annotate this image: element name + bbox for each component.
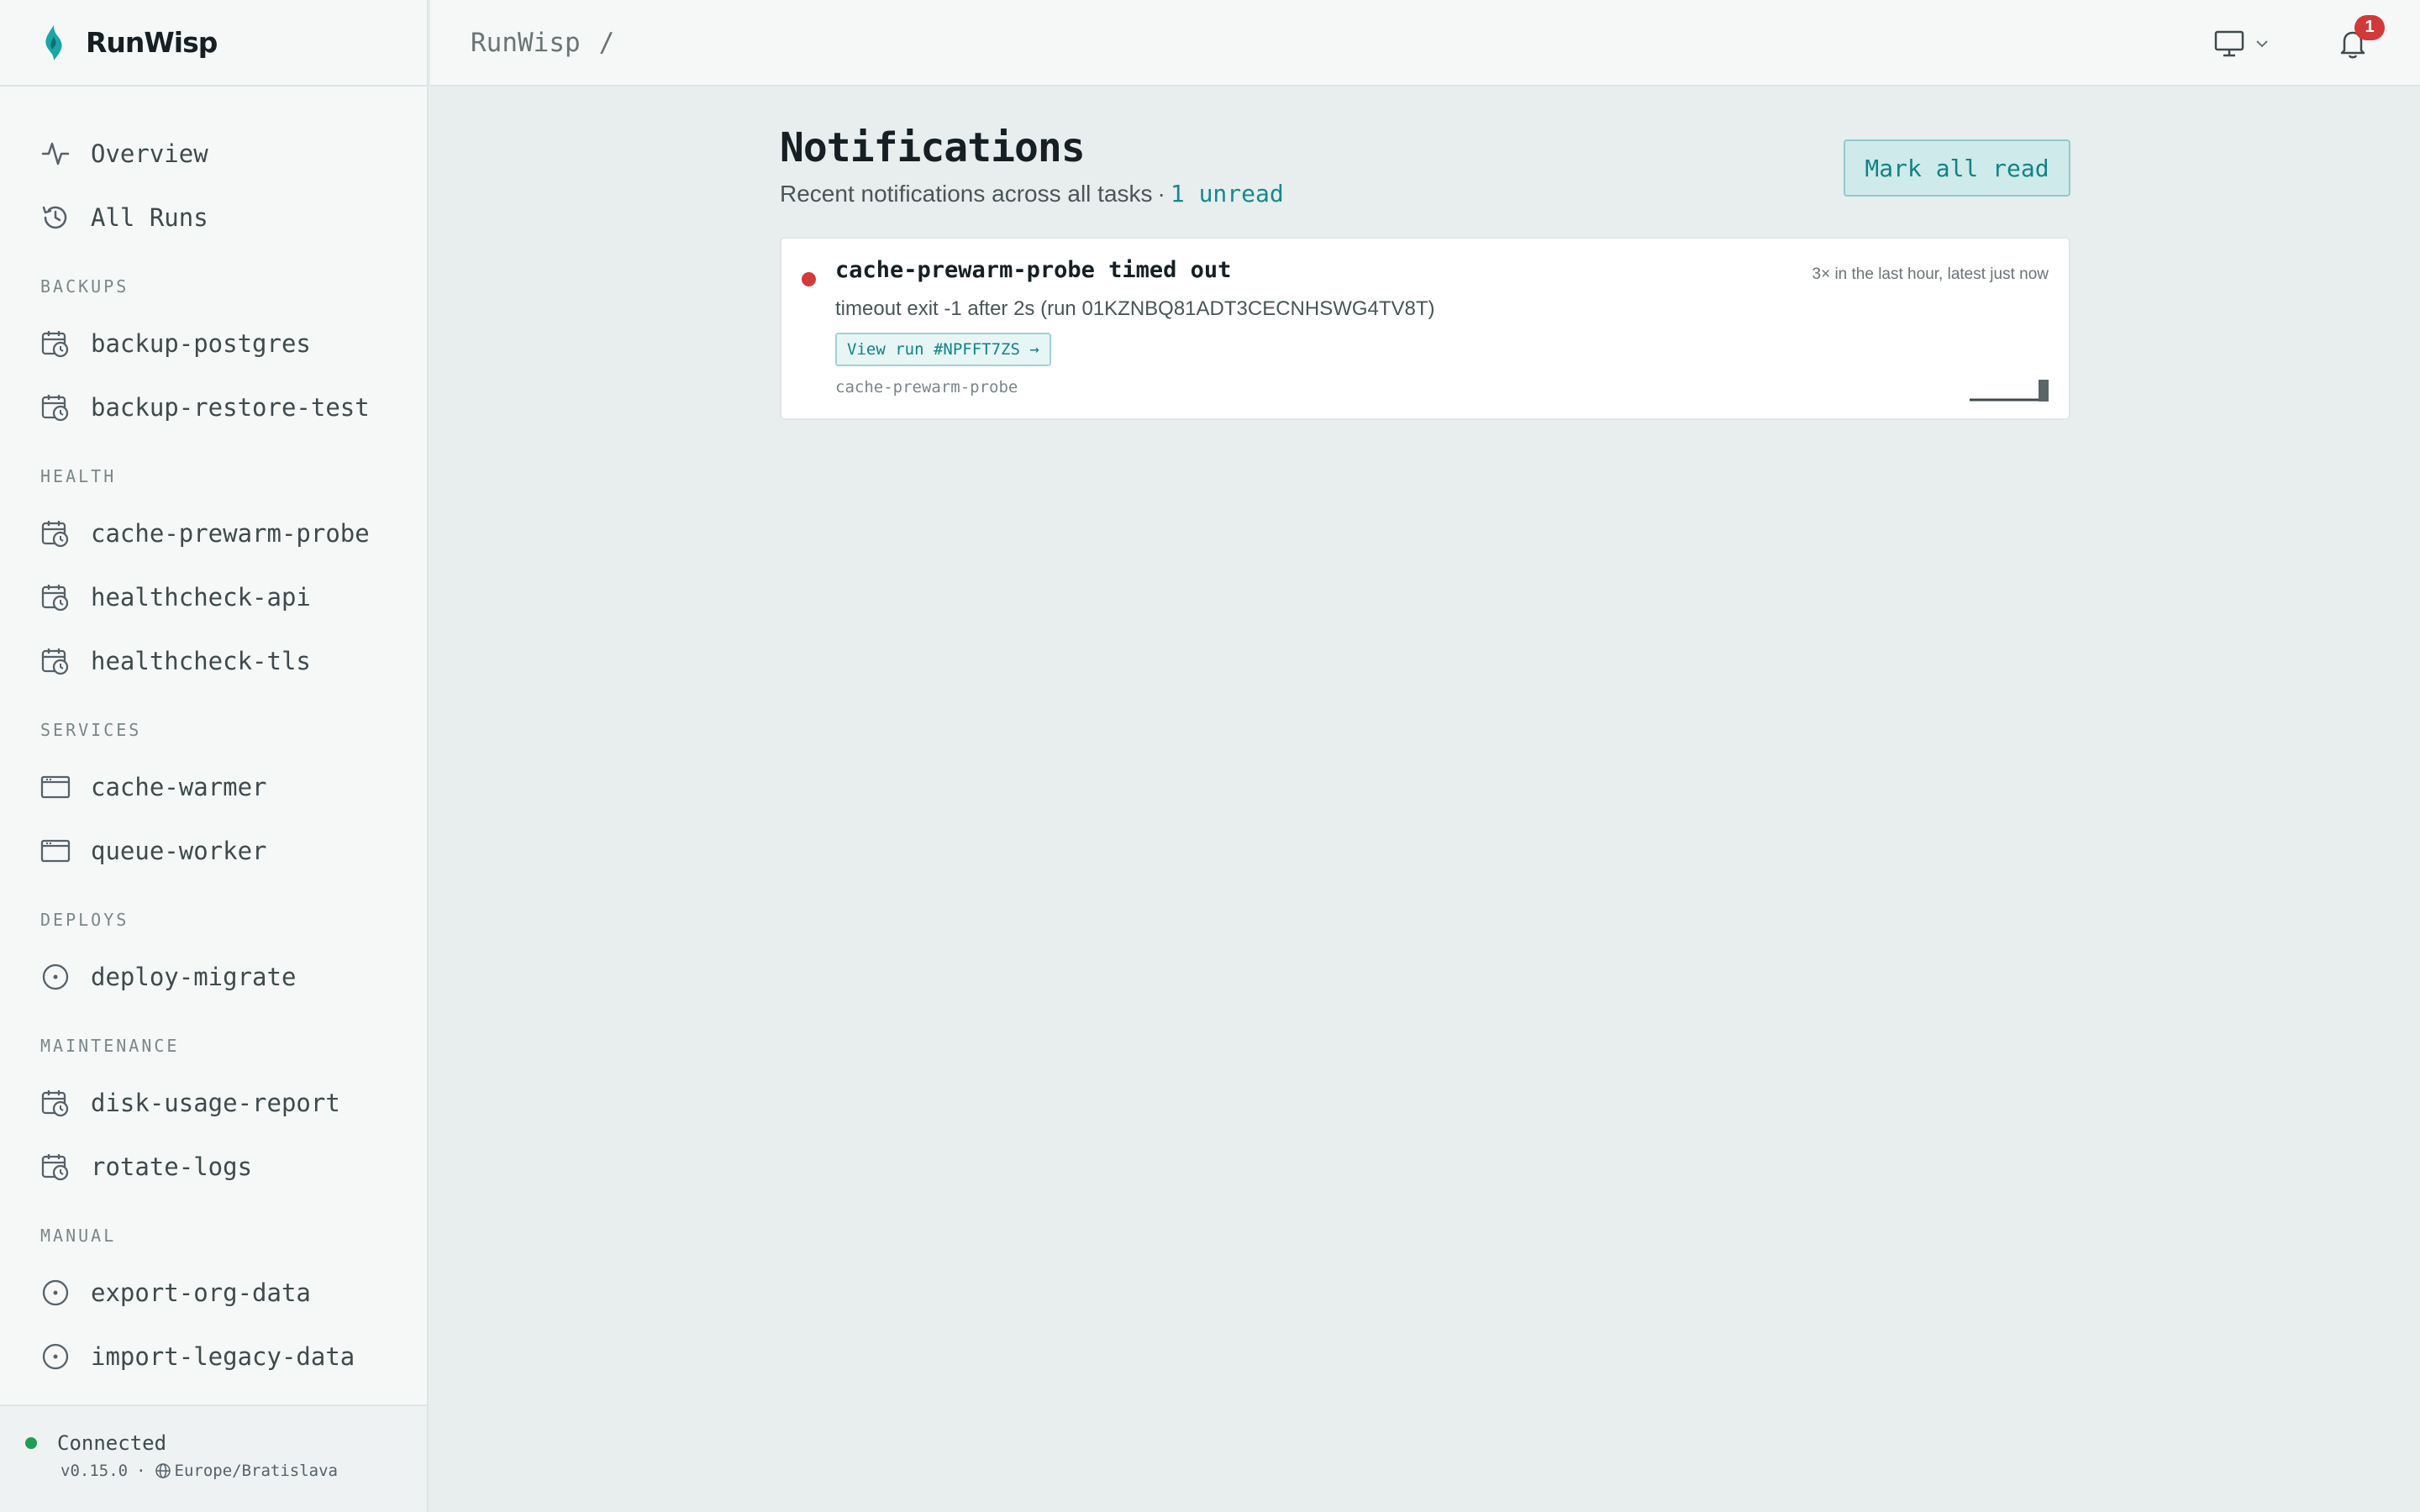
circle-dot-icon <box>40 962 71 992</box>
subtitle-text: Recent notifications across all tasks <box>780 181 1153 207</box>
sidebar-item-label: queue-worker <box>91 837 267 865</box>
calendar-clock-icon <box>40 392 71 423</box>
sidebar-item-export-org-data[interactable]: export-org-data <box>0 1261 427 1325</box>
brand[interactable]: RunWisp <box>0 0 427 87</box>
sidebar-item-overview[interactable]: Overview <box>0 122 427 186</box>
monitor-icon <box>2214 30 2244 56</box>
sidebar-section-manual: MANUAL <box>40 1226 117 1246</box>
sidebar: RunWisp Overview All Runs BACKUPS backup-po… <box>0 0 429 1512</box>
sidebar-item-backup-postgres[interactable]: backup-postgres <box>0 312 427 375</box>
calendar-clock-icon <box>40 646 71 676</box>
notification-time: 3× in the last hour, latest just now <box>1812 265 2049 283</box>
status-dot <box>25 1437 37 1449</box>
sidebar-item-label: Overview <box>91 139 208 168</box>
sidebar-item-label: cache-warmer <box>91 773 267 801</box>
run-sparkline <box>1970 380 2049 402</box>
sidebar-item-label: disk-usage-report <box>91 1089 340 1117</box>
notifications-bell-button[interactable]: 1 <box>2336 14 2385 60</box>
sidebar-item-rotate-logs[interactable]: rotate-logs <box>0 1135 427 1199</box>
sidebar-item-label: export-org-data <box>91 1278 311 1307</box>
activity-icon <box>40 139 71 169</box>
sidebar-item-backup-restore-test[interactable]: backup-restore-test <box>0 375 427 439</box>
timezone-label: Europe/Bratislava <box>174 1462 338 1480</box>
sidebar-nav: Overview All Runs BACKUPS backup-postgres ba… <box>0 87 427 1389</box>
sidebar-section-deploys: DEPLOYS <box>40 910 129 930</box>
breadcrumb-separator: / <box>598 27 615 58</box>
notification-card[interactable]: cache-prewarm-probe timed out 3× in the … <box>780 237 2070 420</box>
sidebar-item-queue-worker[interactable]: queue-worker <box>0 819 427 883</box>
notification-task-name: cache-prewarm-probe <box>835 378 1018 396</box>
calendar-clock-icon <box>40 582 71 612</box>
sidebar-item-healthcheck-tls[interactable]: healthcheck-tls <box>0 629 427 693</box>
sidebar-item-deploy-migrate[interactable]: deploy-migrate <box>0 945 427 1009</box>
sidebar-item-label: All Runs <box>91 203 208 232</box>
status-label: Connected <box>57 1431 167 1455</box>
sidebar-item-label: rotate-logs <box>91 1152 253 1181</box>
sidebar-item-cache-warmer[interactable]: cache-warmer <box>0 755 427 819</box>
sidebar-item-disk-usage-report[interactable]: disk-usage-report <box>0 1071 427 1135</box>
unread-dot <box>802 272 816 286</box>
runwisp-logo-icon <box>45 24 62 60</box>
theme-toggle-button[interactable] <box>2213 29 2270 58</box>
sidebar-item-label: backup-postgres <box>91 329 311 358</box>
sidebar-item-label: import-legacy-data <box>91 1342 355 1371</box>
sidebar-item-label: backup-restore-test <box>91 393 370 422</box>
subtitle-separator: · <box>1157 181 1165 207</box>
topbar: RunWisp / 1 <box>430 0 2420 87</box>
sidebar-item-label: healthcheck-api <box>91 583 311 612</box>
notification-title: cache-prewarm-probe timed out <box>835 257 1232 283</box>
sidebar-section-health: HEALTH <box>40 466 117 486</box>
circle-dot-icon <box>40 1341 71 1372</box>
sidebar-section-maintenance: MAINTENANCE <box>40 1036 180 1056</box>
notification-body: timeout exit -1 after 2s (run 01KZNBQ81A… <box>835 297 1435 320</box>
notification-count-badge: 1 <box>2354 14 2385 40</box>
sidebar-item-healthcheck-api[interactable]: healthcheck-api <box>0 565 427 629</box>
connection-status: Connected v0.15.0 · Europe/Bratislava <box>0 1404 427 1512</box>
mark-all-read-button[interactable]: Mark all read <box>1844 139 2070 197</box>
notifications-page: Notifications Recent notifications acros… <box>780 124 2070 420</box>
calendar-clock-icon <box>40 1088 71 1118</box>
version-label: v0.15.0 <box>60 1462 129 1480</box>
chevron-down-icon <box>2256 39 2268 47</box>
unread-count: 1 unread <box>1170 180 1284 207</box>
sidebar-item-all-runs[interactable]: All Runs <box>0 186 427 249</box>
window-icon <box>40 772 71 802</box>
breadcrumb[interactable]: RunWisp <box>471 28 581 58</box>
globe-icon <box>155 1463 171 1478</box>
circle-dot-icon <box>40 1278 71 1308</box>
sidebar-item-label: cache-prewarm-probe <box>91 519 370 548</box>
sidebar-item-cache-prewarm-probe[interactable]: cache-prewarm-probe <box>0 501 427 565</box>
calendar-clock-icon <box>40 328 71 359</box>
history-icon <box>40 202 71 233</box>
window-icon <box>40 836 71 866</box>
calendar-clock-icon <box>40 518 71 549</box>
sidebar-section-backups: BACKUPS <box>40 276 129 297</box>
brand-name: RunWisp <box>86 26 218 59</box>
sidebar-section-services: SERVICES <box>40 720 142 740</box>
meta-separator: · <box>136 1462 146 1480</box>
view-run-link[interactable]: View run #NPFFT7ZS → <box>835 333 1051 366</box>
sidebar-item-import-legacy-data[interactable]: import-legacy-data <box>0 1325 427 1389</box>
calendar-clock-icon <box>40 1152 71 1182</box>
sidebar-item-label: deploy-migrate <box>91 963 297 991</box>
sidebar-item-label: healthcheck-tls <box>91 647 311 675</box>
